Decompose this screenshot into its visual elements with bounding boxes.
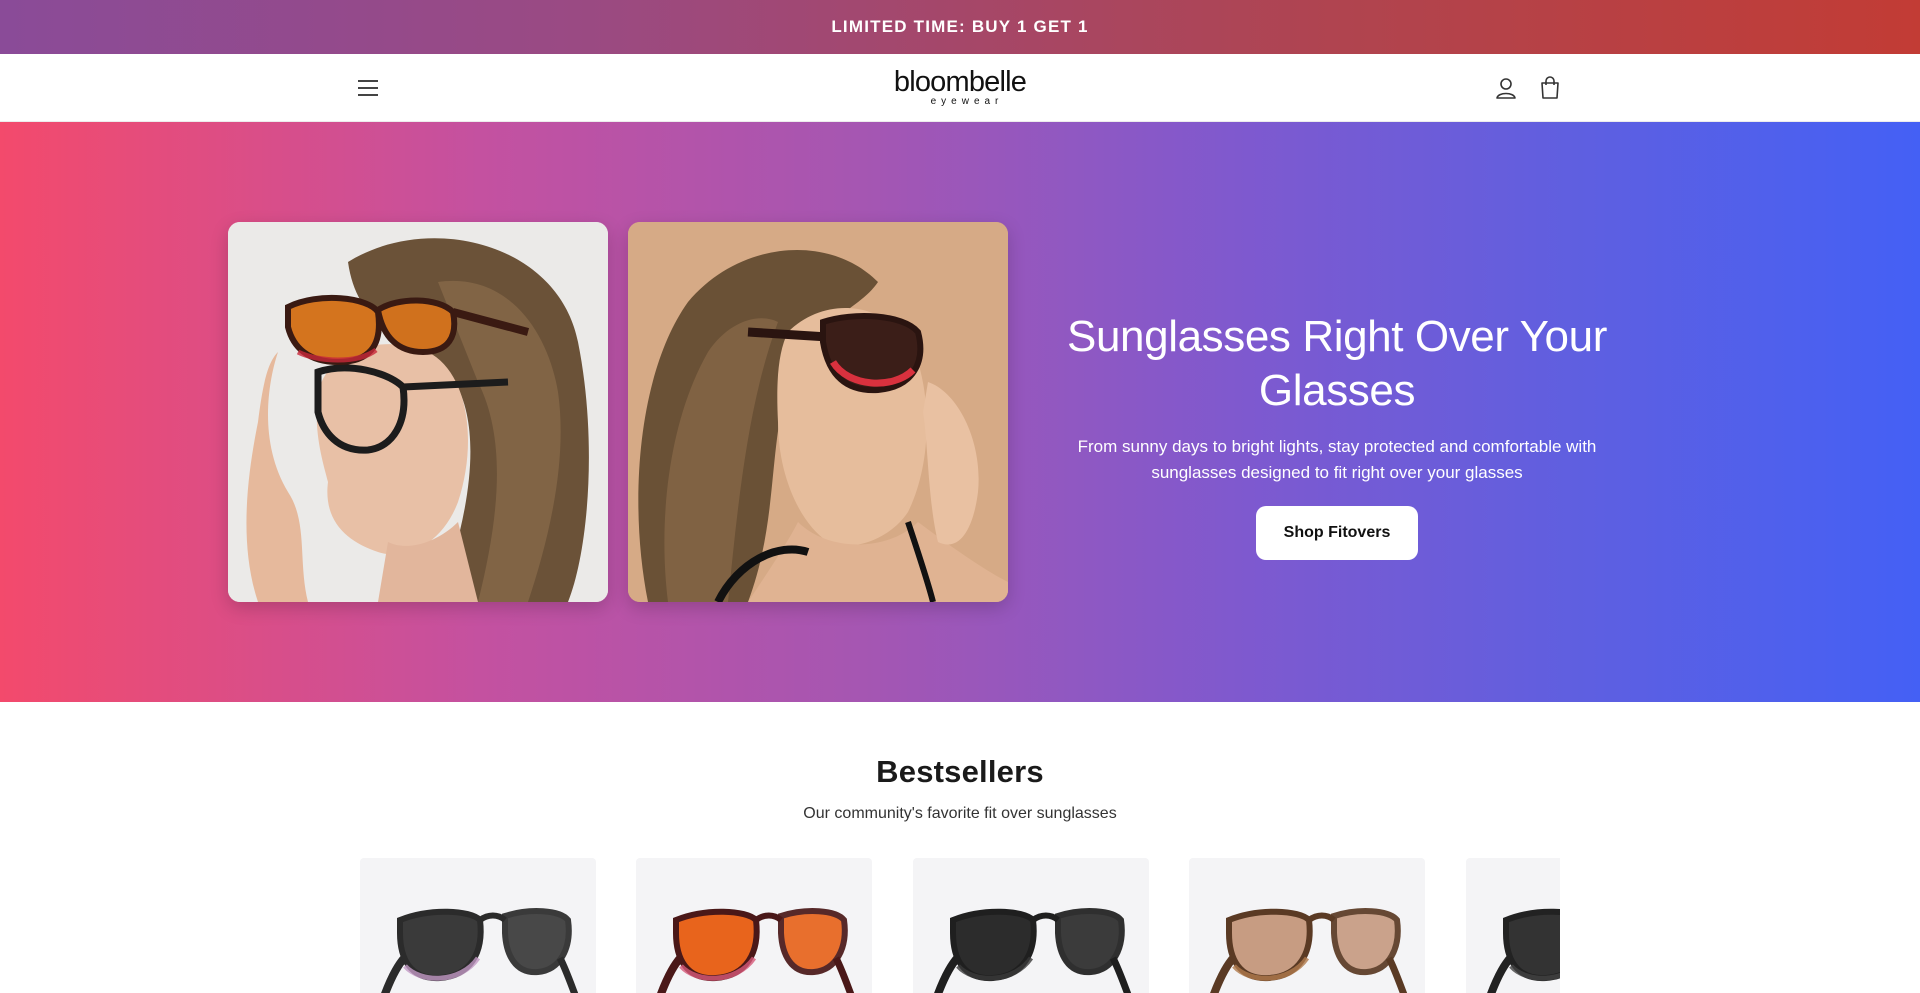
bestsellers-heading: Bestsellers <box>876 754 1044 789</box>
hero-model-photo-1 <box>228 222 608 602</box>
product-card[interactable] <box>636 858 872 993</box>
hero-content: Sunglasses Right Over Your Glasses From … <box>1040 310 1634 560</box>
user-icon[interactable] <box>1492 74 1520 102</box>
shop-fitovers-button[interactable]: Shop Fitovers <box>1255 506 1419 560</box>
hero-banner: Sunglasses Right Over Your Glasses From … <box>0 122 1920 702</box>
hero-title: Sunglasses Right Over Your Glasses <box>1067 312 1607 415</box>
hero-description: From sunny days to bright lights, stay p… <box>1077 437 1597 482</box>
sunglasses-product-image <box>657 908 855 993</box>
product-carousel <box>360 858 1560 993</box>
announcement-text: LIMITED TIME: BUY 1 GET 1 <box>831 17 1089 36</box>
logo-tagline: eyewear <box>930 96 1004 107</box>
sunglasses-product-image <box>1487 908 1560 993</box>
product-card[interactable] <box>1189 858 1425 993</box>
hero-model-photo-2 <box>628 222 1008 602</box>
shopping-bag-icon[interactable] <box>1536 74 1564 102</box>
sunglasses-product-image <box>381 908 579 993</box>
bestsellers-subtitle: Our community's favorite fit over sungla… <box>803 805 1117 822</box>
product-card[interactable] <box>360 858 596 993</box>
brand-logo[interactable]: bloombelle eyewear <box>860 66 1060 108</box>
site-header: bloombelle eyewear <box>0 54 1920 122</box>
hamburger-menu-icon[interactable] <box>354 74 382 102</box>
product-card[interactable] <box>1466 858 1560 993</box>
product-card[interactable] <box>913 858 1149 993</box>
sunglasses-product-image <box>1210 908 1408 993</box>
announcement-bar: LIMITED TIME: BUY 1 GET 1 <box>0 0 1920 54</box>
logo-wordmark: bloombelle <box>893 66 1027 98</box>
sunglasses-product-image <box>934 908 1132 993</box>
